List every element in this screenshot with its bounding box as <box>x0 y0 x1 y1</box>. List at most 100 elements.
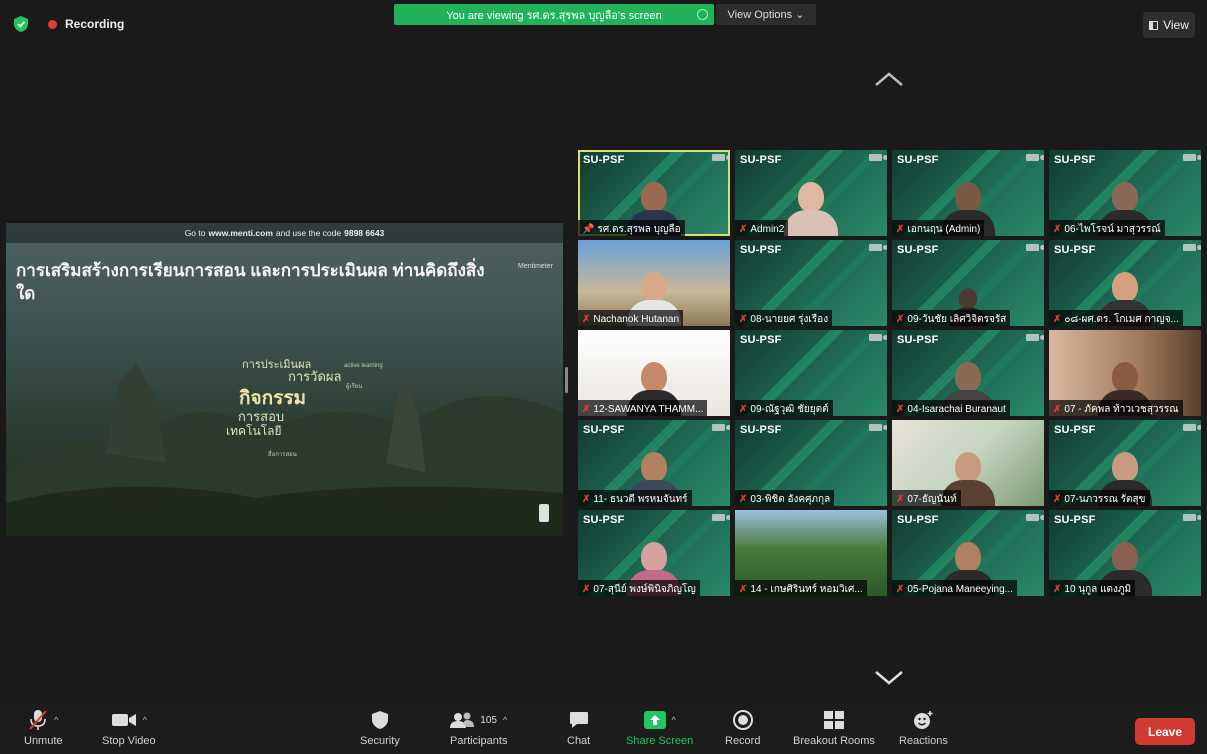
reactions-button[interactable]: Reactions <box>899 709 948 747</box>
unmute-label: Unmute <box>24 735 63 747</box>
camera-icon <box>1026 244 1044 251</box>
participant-tile[interactable]: SU-PSF ✗ 07-นภวรรณ รัตสุข <box>1049 420 1201 506</box>
participant-name-label: ✗ 09-ณัฐวุฒิ ชัยยุตต์ <box>735 400 833 416</box>
mic-muted-icon: ✗ <box>896 403 905 415</box>
breakout-rooms-button[interactable]: Breakout Rooms <box>793 709 875 747</box>
participant-tile[interactable]: SU-PSF 📌 รศ.ดร.สุรพล บุญลือ <box>578 150 730 236</box>
split-resize-handle[interactable] <box>565 367 568 393</box>
participants-icon <box>450 712 475 728</box>
view-options-button[interactable]: View Options ⌄ <box>716 4 816 25</box>
participant-name: ๐๘-ผศ.ดร. โกเมศ กาญจ... <box>1064 313 1179 325</box>
view-layout-button[interactable]: View <box>1143 12 1195 38</box>
mic-muted-icon: ✗ <box>1053 313 1062 325</box>
stop-video-button[interactable]: ^ Stop Video <box>102 709 156 747</box>
security-button[interactable]: Security <box>360 709 400 747</box>
reactions-label: Reactions <box>899 735 948 747</box>
word-cloud-word: active learning <box>344 363 383 369</box>
participant-tile[interactable]: SU-PSF ✗ Admin2 <box>735 150 887 236</box>
unmute-button[interactable]: ^ Unmute <box>24 709 63 747</box>
participant-tile[interactable]: ✗ Nachanok Hutanan <box>578 240 730 326</box>
reactions-emoji-icon <box>914 711 933 729</box>
mic-muted-icon: ✗ <box>896 223 905 235</box>
participant-name: 07 - ภัคพล ท้าวเวชสุวรรณ <box>1064 403 1179 415</box>
participant-tile[interactable]: SU-PSF ✗ 06-ไพโรจน์ มาสุวรรณ์ <box>1049 150 1201 236</box>
org-brand-label: SU-PSF <box>583 424 625 436</box>
recording-indicator[interactable]: Recording <box>14 12 124 36</box>
participant-name: 07-สุนีย์ พงษ์พินิจภิญโญ <box>593 583 696 595</box>
code-bar-middle: and use the code <box>275 228 342 238</box>
participant-name: Nachanok Hutanan <box>593 313 680 325</box>
caret-up-icon[interactable]: ^ <box>503 715 507 725</box>
record-label: Record <box>725 735 761 747</box>
participant-tile[interactable]: ✗ 07-ธัญนันท์ <box>892 420 1044 506</box>
participant-name: 07-นภวรรณ รัตสุข <box>1064 493 1146 505</box>
camera-icon <box>869 154 887 161</box>
shield-check-icon[interactable] <box>14 16 28 32</box>
participant-tile[interactable]: SU-PSF ✗ 11- ธนวดี พรหมจันทร์ <box>578 420 730 506</box>
record-icon <box>732 710 753 730</box>
mentimeter-logo: Mentimeter <box>517 263 553 270</box>
participant-name-label: ✗ 10 นุกูล แดงภูมิ <box>1049 580 1136 596</box>
chat-bubble-icon <box>569 712 588 728</box>
camera-icon <box>712 154 730 161</box>
participant-tile[interactable]: SU-PSF ✗ 03-พิชิต อังคศุภกุล <box>735 420 887 506</box>
participant-video <box>784 182 838 236</box>
participants-button[interactable]: 105 ^ Participants <box>450 709 507 747</box>
camera-icon <box>869 244 887 251</box>
mic-muted-icon: ✗ <box>1053 403 1062 415</box>
mic-muted-icon: ✗ <box>739 223 748 235</box>
chevron-up-icon[interactable] <box>874 70 904 88</box>
mic-muted-icon: ✗ <box>739 493 748 505</box>
participant-tile[interactable]: SU-PSF ✗ 07-สุนีย์ พงษ์พินิจภิญโญ <box>578 510 730 596</box>
chat-button[interactable]: Chat <box>567 709 590 747</box>
participant-tile[interactable]: ✗ 14 - เกษศิรินทร์ หอมวิเศ... <box>735 510 887 596</box>
camera-icon <box>1183 424 1201 431</box>
breakout-rooms-label: Breakout Rooms <box>793 735 875 747</box>
security-label: Security <box>360 735 400 747</box>
word-cloud-word: ผู้เรียน <box>346 384 363 390</box>
caret-up-icon[interactable]: ^ <box>672 715 676 725</box>
caret-up-icon[interactable]: ^ <box>143 715 147 725</box>
mic-muted-icon: ✗ <box>582 493 591 505</box>
participant-name: 08-นายยศ รุ่งเรือง <box>750 313 829 325</box>
zoom-meeting-window: Recording You are viewing รศ.ดร.สุรพล บุ… <box>0 0 1207 754</box>
record-button[interactable]: Record <box>725 709 760 747</box>
participant-name-label: ✗ 09-วันชัย เลิศวิจิตรจรัส <box>892 310 1011 326</box>
participant-name: 11- ธนวดี พรหมจันทร์ <box>593 493 688 505</box>
camera-icon <box>869 424 887 431</box>
participant-tile[interactable]: ✗ 07 - ภัคพล ท้าวเวชสุวรรณ <box>1049 330 1201 416</box>
shared-screen[interactable]: Go to www.menti.com and use the code 989… <box>6 223 563 536</box>
participant-name: 03-พิชิต อังคศุภกุล <box>750 493 831 505</box>
participant-name: 09-วันชัย เลิศวิจิตรจรัส <box>907 313 1007 325</box>
participant-name: 07-ธัญนันท์ <box>907 493 957 505</box>
mic-muted-icon: ✗ <box>1053 493 1062 505</box>
org-brand-label: SU-PSF <box>740 334 782 346</box>
camera-icon <box>1183 514 1201 521</box>
participant-name-label: ✗ Admin2 <box>735 220 789 236</box>
participant-name-label: ✗ 12-SAWANYA THAMM... <box>578 400 708 416</box>
participant-tile[interactable]: SU-PSF ✗ 09-ณัฐวุฒิ ชัยยุตต์ <box>735 330 887 416</box>
org-brand-label: SU-PSF <box>897 514 939 526</box>
share-screen-button[interactable]: ^ Share Screen <box>626 709 693 747</box>
recording-label: Recording <box>65 17 125 31</box>
participant-name: 14 - เกษศิรินทร์ หอมวิเศ... <box>750 583 863 595</box>
org-brand-label: SU-PSF <box>583 514 625 526</box>
word-cloud-word: สื่อการสอน <box>268 452 297 458</box>
code-bar-site: www.menti.com <box>208 228 273 238</box>
participant-tile[interactable]: SU-PSF ✗ 04-Isarachai Buranaut <box>892 330 1044 416</box>
mic-muted-icon: ✗ <box>896 493 905 505</box>
participant-tile[interactable]: SU-PSF ✗ 08-นายยศ รุ่งเรือง <box>735 240 887 326</box>
menti-code-bar: Go to www.menti.com and use the code 989… <box>6 223 563 243</box>
participant-tile[interactable]: SU-PSF ✗ 05-Pojana Maneeying... <box>892 510 1044 596</box>
leave-button[interactable]: Leave <box>1135 718 1195 745</box>
participant-tile[interactable]: SU-PSF ✗ 10 นุกูล แดงภูมิ <box>1049 510 1201 596</box>
chevron-down-icon[interactable] <box>874 669 904 687</box>
camera-icon <box>712 424 730 431</box>
participant-tile[interactable]: ✗ 12-SAWANYA THAMM... <box>578 330 730 416</box>
participant-tile[interactable]: SU-PSF ✗ 09-วันชัย เลิศวิจิตรจรัส <box>892 240 1044 326</box>
participant-tile[interactable]: SU-PSF ✗ เอกนฤน (Admin) <box>892 150 1044 236</box>
code-bar-code: 9898 6643 <box>344 228 385 238</box>
caret-up-icon[interactable]: ^ <box>54 715 58 725</box>
participant-tile[interactable]: SU-PSF ✗ ๐๘-ผศ.ดร. โกเมศ กาญจ... <box>1049 240 1201 326</box>
participant-name-label: ✗ 05-Pojana Maneeying... <box>892 580 1018 596</box>
